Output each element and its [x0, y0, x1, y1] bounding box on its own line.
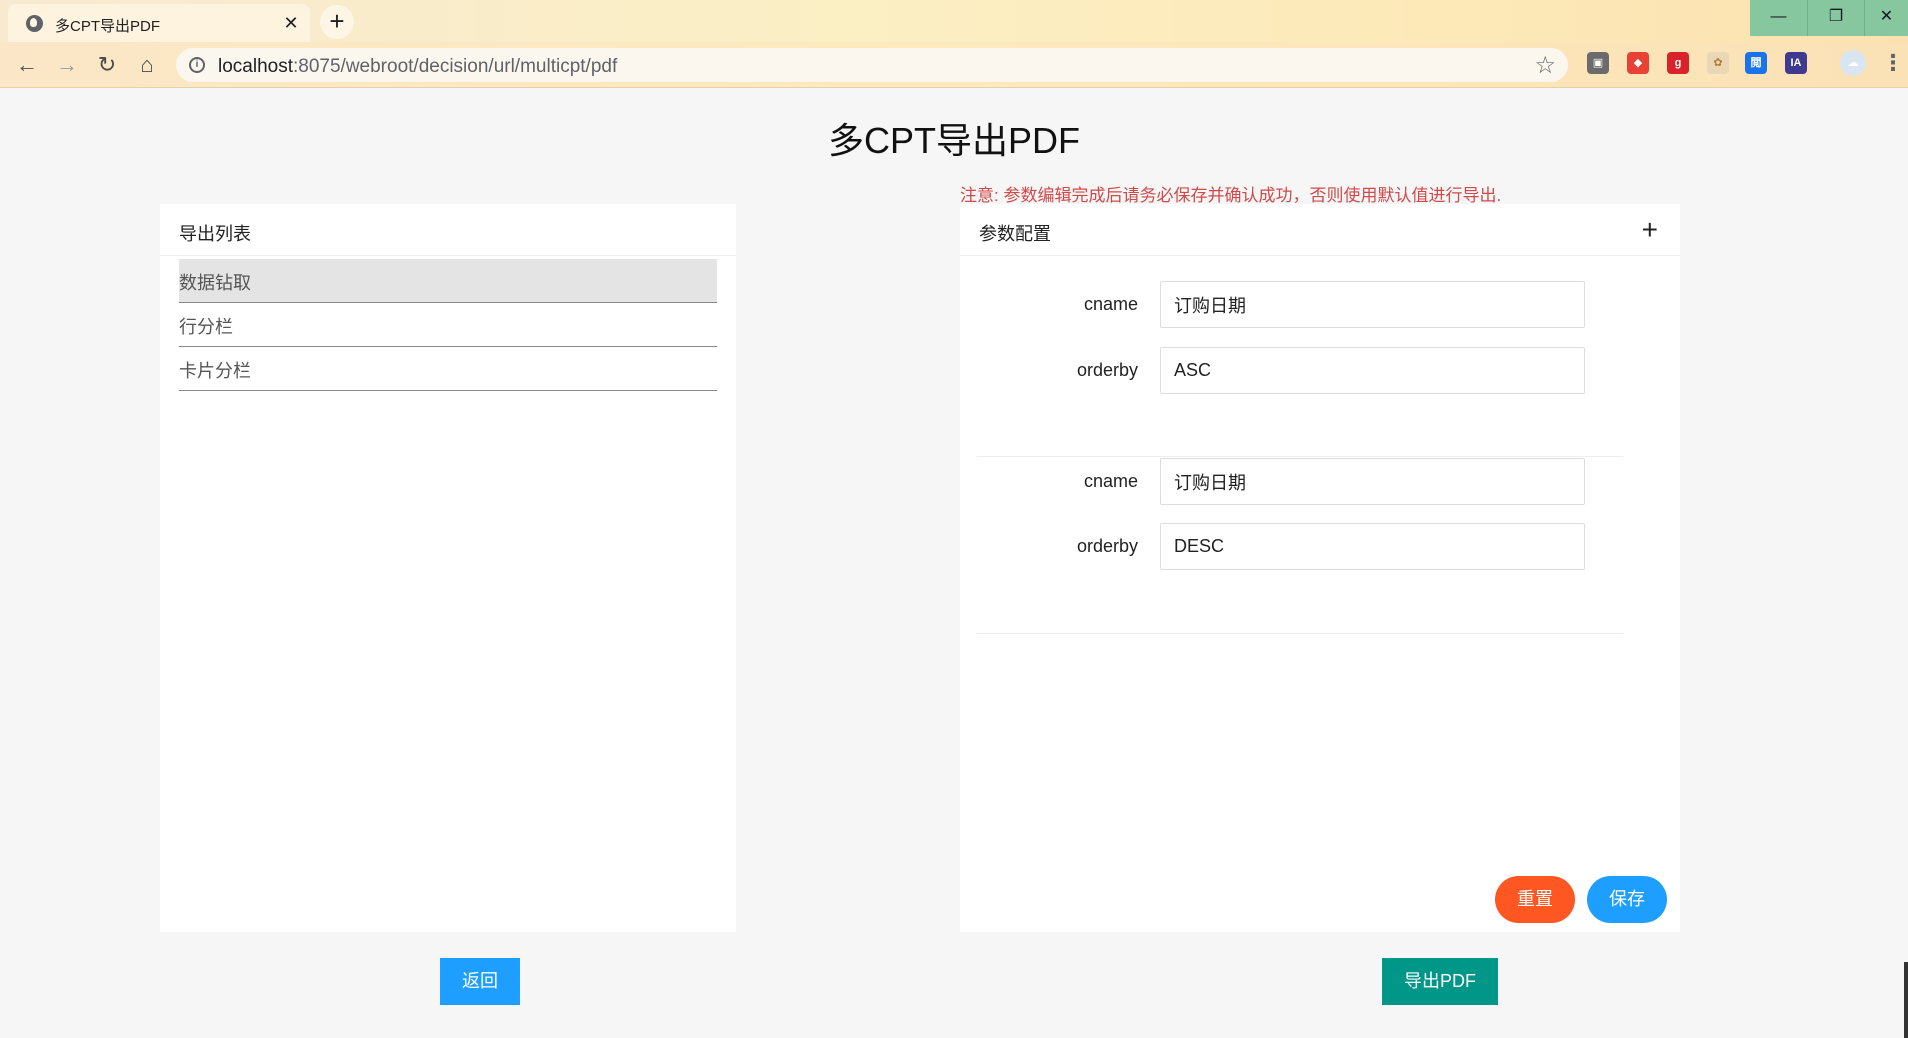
cname-input[interactable] — [1160, 458, 1585, 505]
tab-title: 多CPT导出PDF — [55, 18, 161, 35]
param-config-title: 参数配置 — [979, 224, 1051, 244]
extension-2-icon[interactable]: ◆ — [1627, 52, 1649, 74]
minimize-button[interactable]: — — [1750, 0, 1807, 36]
restore-button[interactable]: ❐ — [1807, 0, 1864, 36]
param-row-orderby: orderby — [977, 523, 1623, 571]
save-notice: 注意: 参数编辑完成后请务必保存并确认成功，否则使用默认值进行导出. — [960, 186, 1502, 205]
window-edge — [1904, 962, 1908, 1038]
browser-tab[interactable]: 多CPT导出PDF ✕ — [8, 4, 310, 42]
globe-icon — [26, 15, 43, 32]
export-list-heading: 导出列表 — [160, 204, 736, 256]
orderby-input[interactable] — [1160, 523, 1585, 570]
export-list: 数据钻取 行分栏 卡片分栏 — [179, 259, 717, 391]
save-button[interactable]: 保存 — [1587, 876, 1667, 923]
home-icon[interactable]: ⌂ — [132, 50, 162, 80]
cname-input[interactable] — [1160, 281, 1585, 328]
export-list-panel: 导出列表 数据钻取 行分栏 卡片分栏 — [160, 204, 736, 932]
param-group: cname orderby — [977, 281, 1623, 457]
page-title: 多CPT导出PDF — [827, 120, 1080, 161]
cname-label: cname — [1083, 294, 1138, 314]
profile-avatar[interactable]: ☁ — [1840, 50, 1866, 76]
bookmark-star-icon[interactable]: ☆ — [1534, 51, 1556, 80]
address-bar[interactable]: i localhost:8075/webroot/decision/url/mu… — [176, 48, 1568, 82]
extension-6-icon[interactable]: IA — [1785, 52, 1807, 74]
menu-kebab-icon[interactable]: ⋮ — [1882, 50, 1904, 76]
param-config-panel: 参数配置 + cname orderby cname orderby — [960, 204, 1680, 932]
param-row-orderby: orderby — [977, 347, 1623, 395]
url-text: localhost:8075/webroot/decision/url/mult… — [218, 56, 618, 77]
back-arrow-icon[interactable]: ← — [12, 50, 42, 80]
param-row-cname: cname — [977, 281, 1623, 329]
new-tab-button[interactable]: + — [320, 5, 354, 39]
orderby-label: orderby — [1076, 360, 1138, 380]
reset-button[interactable]: 重置 — [1495, 876, 1575, 923]
extension-4-icon[interactable]: ✿ — [1707, 52, 1729, 74]
list-item[interactable]: 卡片分栏 — [179, 347, 717, 391]
extension-5-icon[interactable]: 閲 — [1745, 52, 1767, 74]
orderby-label: orderby — [1076, 536, 1138, 556]
cname-label: cname — [1083, 471, 1138, 491]
reload-icon[interactable]: ↻ — [92, 50, 122, 80]
browser-tab-strip: 多CPT导出PDF ✕ + — ❐ ✕ — [0, 0, 1908, 42]
info-icon[interactable]: i — [189, 57, 205, 73]
param-row-cname: cname — [977, 458, 1623, 506]
back-button[interactable]: 返回 — [440, 958, 520, 1005]
list-item[interactable]: 行分栏 — [179, 303, 717, 347]
list-item[interactable]: 数据钻取 — [179, 259, 717, 303]
forward-arrow-icon[interactable]: → — [52, 50, 82, 80]
export-pdf-button[interactable]: 导出PDF — [1382, 958, 1498, 1005]
param-group: cname orderby — [977, 458, 1623, 634]
extension-3-icon[interactable]: g — [1667, 52, 1689, 74]
close-window-button[interactable]: ✕ — [1864, 0, 1908, 36]
extension-1-icon[interactable]: ▣ — [1587, 52, 1609, 74]
browser-toolbar: ← → ↻ ⌂ i localhost:8075/webroot/decisio… — [0, 42, 1908, 88]
close-tab-icon[interactable]: ✕ — [280, 12, 302, 34]
param-config-heading: 参数配置 + — [960, 204, 1680, 256]
orderby-input[interactable] — [1160, 347, 1585, 394]
add-param-icon[interactable]: + — [1642, 214, 1658, 246]
